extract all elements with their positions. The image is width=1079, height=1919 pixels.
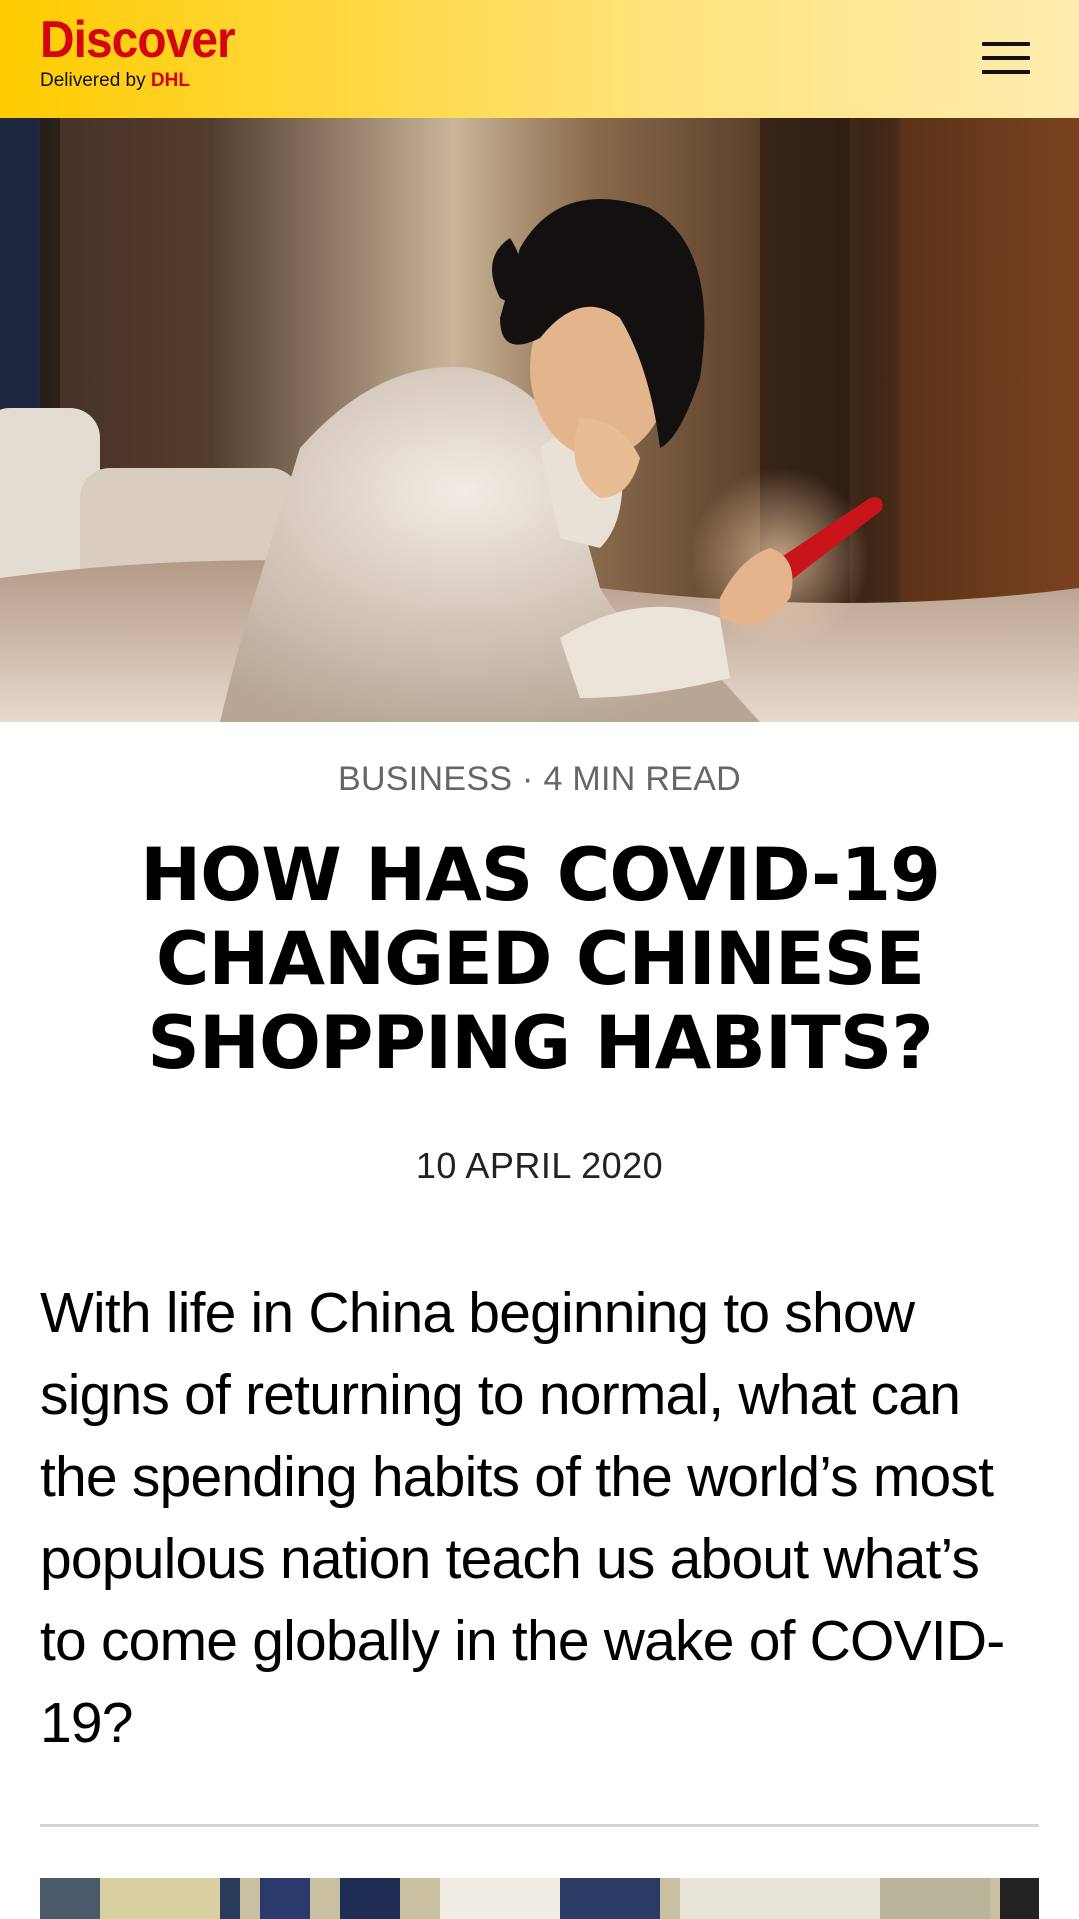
discover-logo[interactable]: Discover Delivered by DHL [40, 12, 252, 92]
logo-brand: DHL [150, 70, 190, 91]
article-category[interactable]: BUSINESS [338, 760, 512, 798]
menu-line [982, 70, 1030, 74]
body-image-preview [40, 1878, 1039, 1919]
logo-tagline: Delivered by DHL [40, 70, 252, 92]
logo-tagline-prefix: Delivered by [40, 70, 151, 91]
article-meta: BUSINESS · 4 MIN READ [0, 760, 1079, 799]
hamburger-menu-icon[interactable] [980, 38, 1032, 78]
read-time: 4 MIN READ [543, 760, 742, 798]
hero-image [0, 118, 1079, 722]
meta-separator: · [512, 760, 544, 798]
hero-illustration [0, 118, 1079, 722]
menu-line [982, 56, 1030, 60]
site-header: Discover Delivered by DHL [0, 0, 1079, 118]
article-body-image [40, 1878, 1039, 1919]
section-divider [40, 1824, 1039, 1827]
publish-date: 10 APRIL 2020 [415, 1145, 664, 1186]
article-title: HOW HAS COVID-19 CHANGED CHINESE SHOPPIN… [140, 833, 941, 1086]
menu-line [982, 42, 1030, 46]
logo-wordmark: Discover [40, 11, 236, 69]
article-intro: With life in China beginning to show sig… [40, 1281, 1005, 1755]
